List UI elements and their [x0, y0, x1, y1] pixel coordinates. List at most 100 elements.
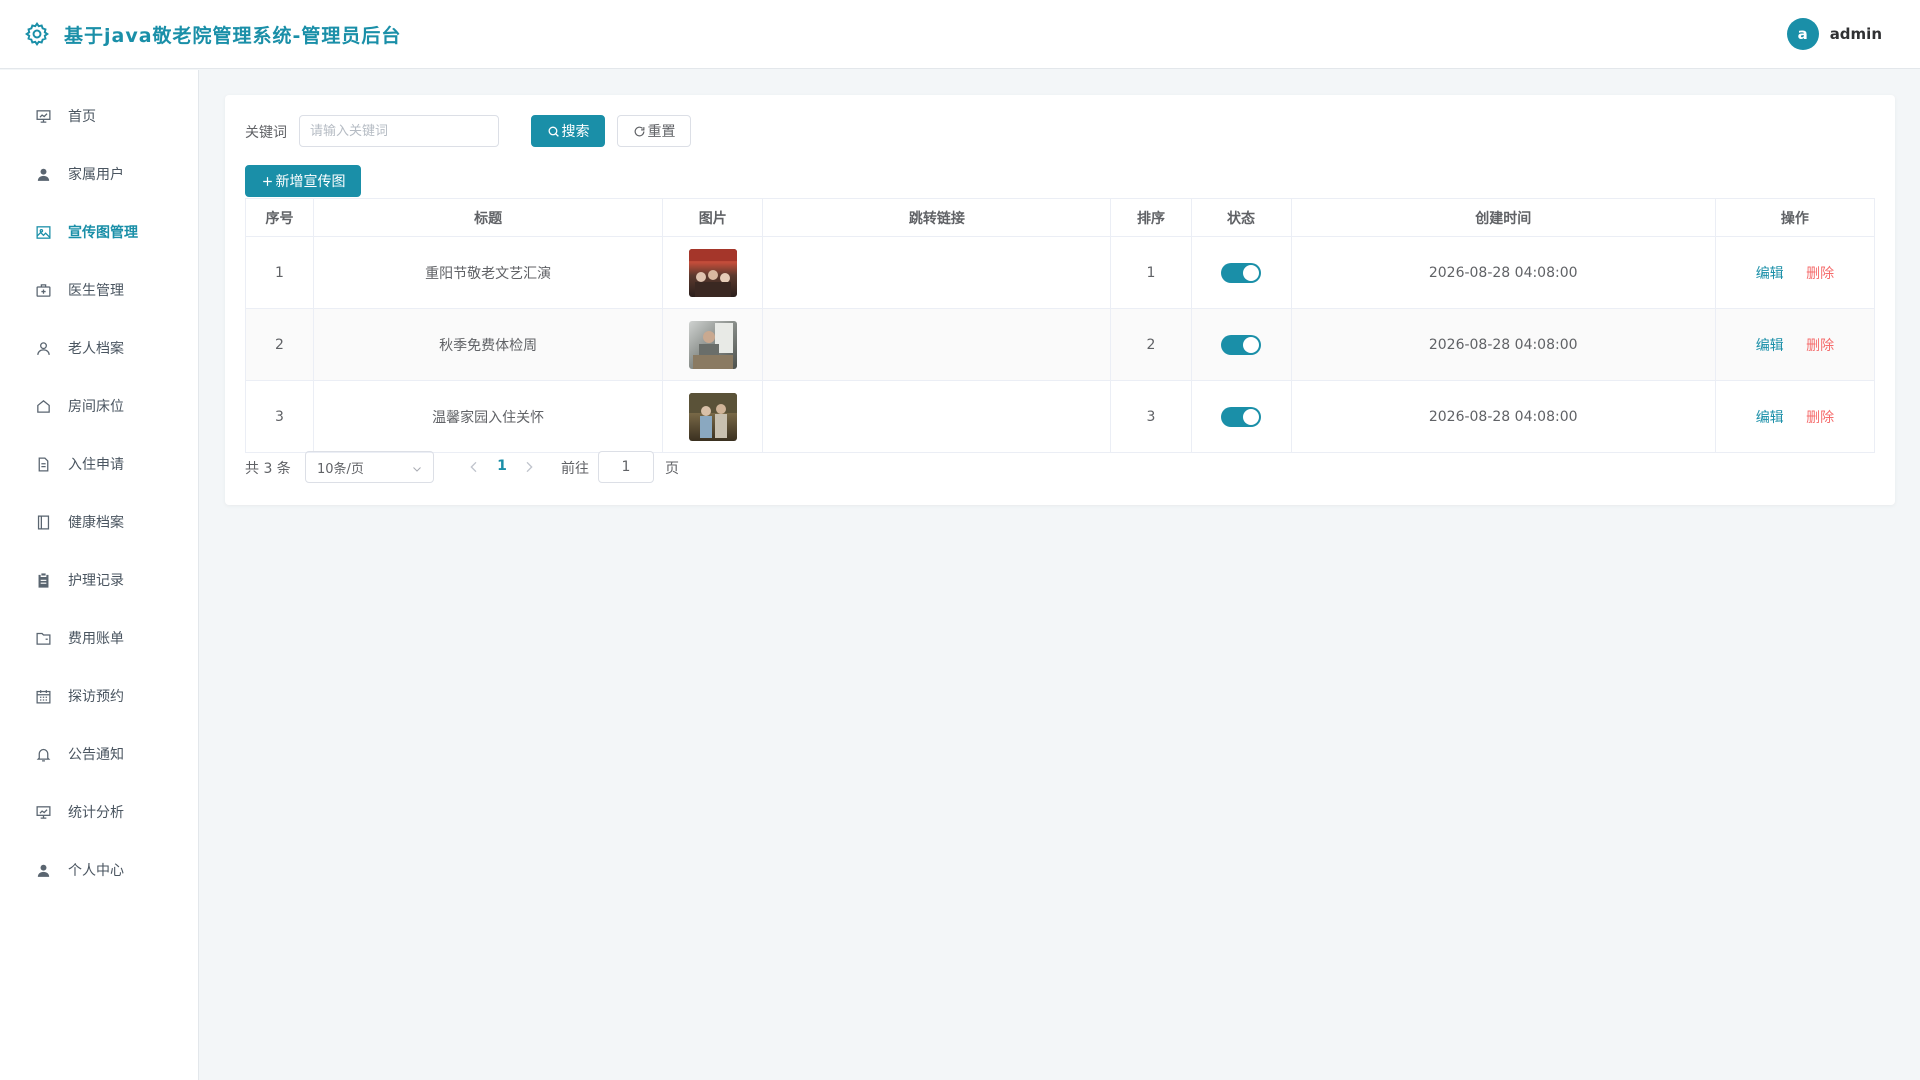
cell-link [762, 308, 1112, 381]
sidebar-item-rooms[interactable]: 房间床位 [0, 383, 199, 429]
edit-link[interactable]: 编辑 [1756, 410, 1784, 426]
delete-link[interactable]: 删除 [1806, 338, 1834, 354]
cell-actions: 编辑 删除 [1715, 380, 1876, 453]
username[interactable]: admin [1830, 25, 1882, 43]
table-row: 2 秋季免费体检周 2 2026-08-28 04:08:00 编辑 删除 [245, 308, 1876, 381]
cell-title: 重阳节敬老文艺汇演 [313, 236, 664, 309]
banner-thumbnail[interactable] [688, 320, 737, 369]
page-number[interactable]: 1 [487, 458, 517, 474]
cell-sort: 2 [1110, 308, 1192, 381]
sidebar-item-care-records[interactable]: 护理记录 [0, 557, 199, 603]
cell-index: 1 [245, 236, 315, 309]
cell-actions: 编辑 删除 [1715, 308, 1876, 381]
avatar[interactable]: a [1786, 18, 1819, 50]
sidebar-item-label: 个人中心 [68, 863, 124, 879]
delete-link[interactable]: 删除 [1806, 410, 1834, 426]
cell-image [662, 380, 764, 453]
banner-thumbnail[interactable] [688, 248, 737, 297]
content-card: 关键词 搜索 重置 新增宣传图 序号 标题 图片 跳转链接 排序 状态 创建时间… [225, 95, 1895, 505]
user-icon [34, 861, 52, 879]
cell-index: 2 [245, 308, 315, 381]
delete-link[interactable]: 删除 [1806, 266, 1834, 282]
sidebar-item-label: 健康档案 [68, 515, 124, 531]
cell-created: 2026-08-28 04:08:00 [1291, 236, 1716, 309]
sidebar-item-family-users[interactable]: 家属用户 [0, 151, 199, 197]
page-size-value: 10条/页 [317, 461, 364, 477]
sidebar-item-home[interactable]: 首页 [0, 93, 199, 139]
column-header: 标题 [313, 198, 664, 237]
user-menu[interactable]: a admin [1786, 18, 1882, 50]
sidebar-item-profile[interactable]: 个人中心 [0, 847, 199, 893]
goto-page-input[interactable] [598, 451, 654, 483]
reset-button-label: 重置 [647, 124, 676, 140]
sidebar-item-visits[interactable]: 探访预约 [0, 673, 199, 719]
sidebar-item-billing[interactable]: 费用账单 [0, 615, 199, 661]
refresh-icon [634, 126, 644, 136]
sidebar-item-elder-profiles[interactable]: 老人档案 [0, 325, 199, 371]
clipboard-icon [34, 571, 52, 589]
app-title: 基于java敬老院管理系统-管理员后台 [64, 25, 402, 47]
cell-image [662, 308, 764, 381]
sidebar-item-label: 探访预约 [68, 689, 124, 705]
page-size-select[interactable]: 10条/页 [305, 451, 434, 483]
cell-actions: 编辑 删除 [1715, 236, 1876, 309]
sidebar-item-health-records[interactable]: 健康档案 [0, 499, 199, 545]
cell-sort: 1 [1110, 236, 1192, 309]
sidebar-item-doctors[interactable]: 医生管理 [0, 267, 199, 313]
first-aid-icon [34, 281, 52, 299]
search-button-label: 搜索 [561, 124, 590, 140]
status-toggle[interactable] [1221, 334, 1262, 355]
column-header: 图片 [662, 198, 764, 237]
sidebar-item-label: 首页 [68, 109, 96, 125]
sidebar-item-admission[interactable]: 入住申请 [0, 441, 199, 487]
cell-created: 2026-08-28 04:08:00 [1291, 308, 1716, 381]
pagination: 共 3 条 10条/页 1 前往 页 [245, 451, 1045, 483]
search-button[interactable]: 搜索 [531, 115, 605, 147]
cell-sort: 3 [1110, 380, 1192, 453]
sidebar-item-notices[interactable]: 公告通知 [0, 731, 199, 777]
sidebar-item-label: 费用账单 [68, 631, 124, 647]
column-header: 跳转链接 [762, 198, 1112, 237]
keyword-input[interactable] [299, 115, 499, 147]
chart-board-icon [34, 803, 52, 821]
keyword-label: 关键词 [245, 125, 287, 141]
reset-button[interactable]: 重置 [617, 115, 691, 147]
banner-thumbnail[interactable] [688, 392, 737, 441]
chevron-down-icon [413, 467, 421, 472]
cell-status [1191, 236, 1292, 309]
cell-status [1191, 308, 1292, 381]
sidebar-item-label: 家属用户 [68, 167, 124, 183]
goto-label: 前往 [561, 461, 589, 477]
cell-image [662, 236, 764, 309]
table-row: 3 温馨家园入住关怀 3 2026-08-28 04:08:00 编辑 删除 [245, 380, 1876, 453]
chevron-left-icon[interactable] [466, 459, 482, 475]
cell-link [762, 236, 1112, 309]
table-header-row: 序号 标题 图片 跳转链接 排序 状态 创建时间 操作 [245, 198, 1876, 237]
search-icon [548, 126, 559, 137]
chart-board-icon [34, 107, 52, 125]
sidebar: 首页 家属用户 宣传图管理 医生管理 老人档案 房间床位 入住申请 健康档案 护… [0, 70, 199, 1080]
plus-icon [262, 176, 272, 186]
edit-link[interactable]: 编辑 [1756, 266, 1784, 282]
cell-title: 温馨家园入住关怀 [313, 380, 664, 453]
user-icon [34, 165, 52, 183]
edit-link[interactable]: 编辑 [1756, 338, 1784, 354]
picture-icon [34, 223, 52, 241]
chevron-right-icon[interactable] [521, 459, 537, 475]
add-banner-button[interactable]: 新增宣传图 [245, 165, 361, 197]
bell-icon [34, 745, 52, 763]
column-header: 创建时间 [1291, 198, 1716, 237]
page-suffix: 页 [665, 461, 679, 477]
cell-link [762, 380, 1112, 453]
add-banner-label: 新增宣传图 [275, 174, 346, 190]
sidebar-item-label: 医生管理 [68, 283, 124, 299]
sidebar-item-label: 统计分析 [68, 805, 124, 821]
sidebar-item-label: 公告通知 [68, 747, 124, 763]
status-toggle[interactable] [1221, 406, 1262, 427]
wallet-icon [34, 629, 52, 647]
column-header: 序号 [245, 198, 315, 237]
sidebar-item-statistics[interactable]: 统计分析 [0, 789, 199, 835]
status-toggle[interactable] [1221, 262, 1262, 283]
sidebar-item-banner[interactable]: 宣传图管理 [0, 209, 199, 255]
sidebar-item-label: 老人档案 [68, 341, 124, 357]
